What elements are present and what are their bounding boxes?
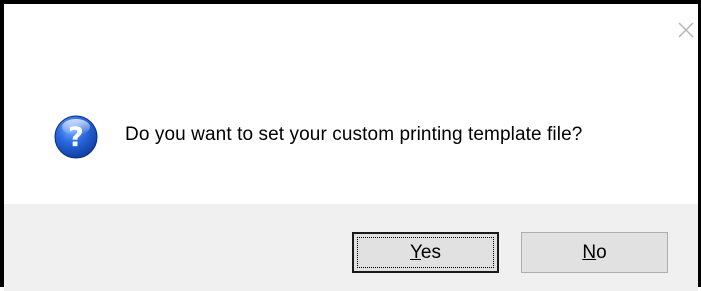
close-icon [678, 22, 694, 38]
message-area: ? Do you want to set your custom printin… [4, 4, 698, 204]
focus-ring [357, 237, 494, 268]
svg-text:?: ? [68, 122, 84, 153]
message-dialog: ? Do you want to set your custom printin… [0, 0, 701, 291]
yes-button[interactable]: Yes [352, 232, 499, 273]
no-mnemonic: N [582, 242, 597, 263]
dialog-message: Do you want to set your custom printing … [125, 124, 583, 145]
no-label-rest: o [596, 242, 607, 263]
button-bar: Yes No [4, 204, 698, 291]
close-button[interactable] [674, 18, 698, 42]
no-button[interactable]: No [521, 232, 668, 273]
no-button-label: No [582, 242, 606, 263]
question-icon: ? [54, 115, 98, 159]
